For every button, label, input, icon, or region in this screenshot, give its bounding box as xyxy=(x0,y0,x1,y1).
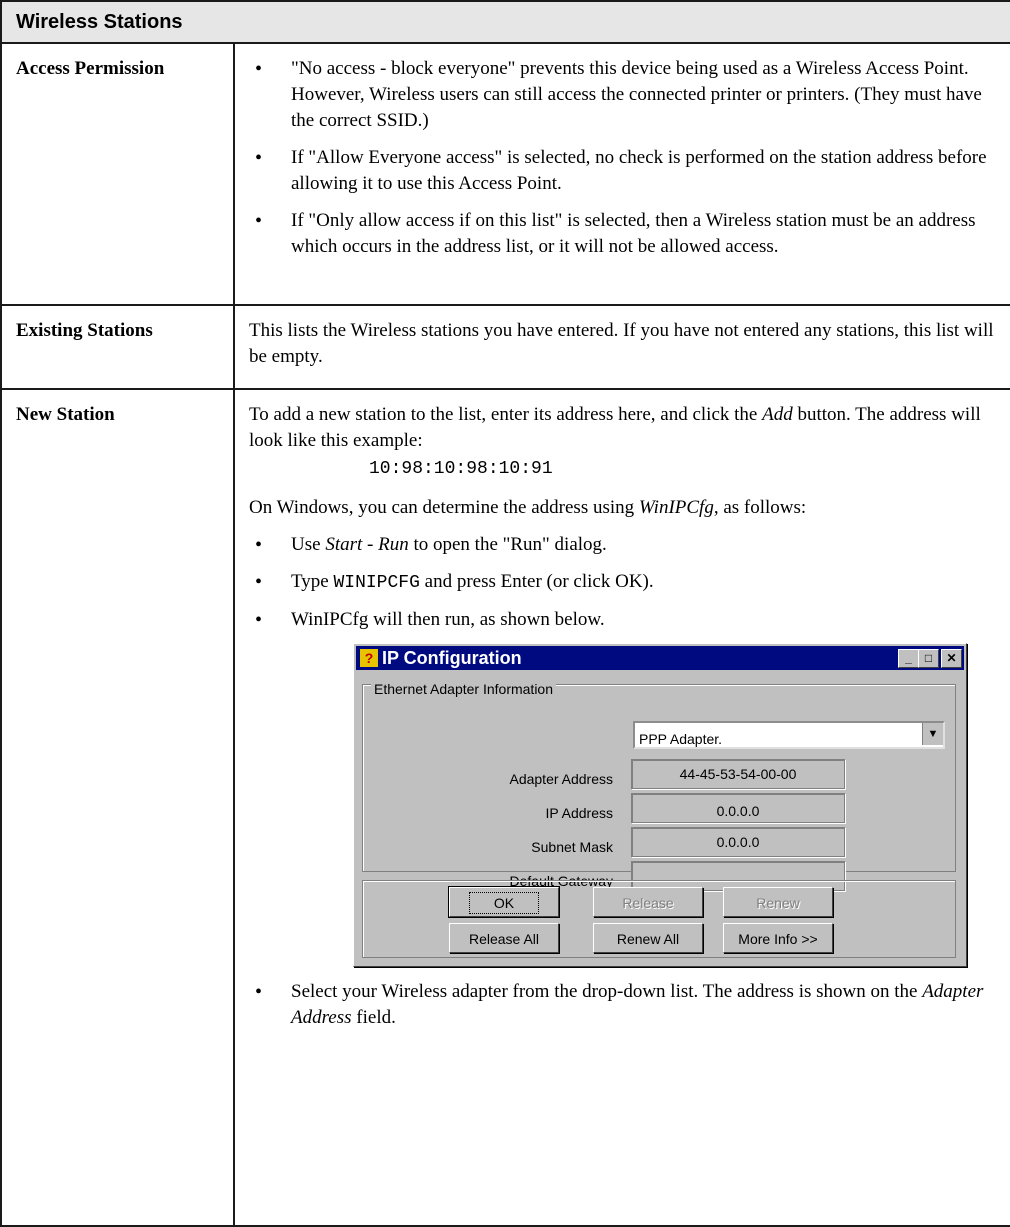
windows-instructions: On Windows, you can determine the addres… xyxy=(249,497,807,518)
close-icon[interactable]: ✕ xyxy=(941,649,962,668)
wireless-stations-table: Wireless Stations Access Permission "No … xyxy=(0,0,1010,1227)
bullet-allow-everyone: If "Allow Everyone access" is selected, … xyxy=(249,145,996,197)
window-title: IP Configuration xyxy=(382,648,522,668)
adapter-select-value: PPP Adapter. xyxy=(639,731,723,747)
existing-stations-description: This lists the Wireless stations you hav… xyxy=(232,304,1010,390)
bullet-only-allow-list: If "Only allow access if on this list" i… xyxy=(249,208,996,260)
adapter-select[interactable]: PPP Adapter. ▼ xyxy=(633,721,945,749)
ip-address-label: IP Address xyxy=(545,805,613,821)
maximize-icon[interactable]: □ xyxy=(918,649,939,668)
adapter-address-label: Adapter Address xyxy=(509,771,613,787)
new-station-intro: To add a new station to the list, enter … xyxy=(249,404,981,451)
new-station-label: New Station xyxy=(0,388,235,1227)
new-station-description: To add a new station to the list, enter … xyxy=(232,388,1010,1227)
access-permission-label: Access Permission xyxy=(0,42,235,306)
dropdown-arrow-icon[interactable]: ▼ xyxy=(922,723,943,745)
access-permission-description: "No access - block everyone" prevents th… xyxy=(232,42,1010,306)
ip-configuration-window: ? IP Configuration _ □ ✕ Ethernet Adapte… xyxy=(353,643,967,967)
table-header: Wireless Stations xyxy=(0,0,1010,44)
step-winipcfg-runs: WinIPCfg will then run, as shown below. xyxy=(249,607,996,633)
bullet-no-access: "No access - block everyone" prevents th… xyxy=(249,56,996,134)
step-type-winipcfg: Type WINIPCFG and press Enter (or click … xyxy=(249,569,996,596)
ip-address-field: 0.0.0.0 xyxy=(631,793,845,823)
subnet-mask-field: 0.0.0.0 xyxy=(631,827,845,857)
renew-button[interactable]: Renew xyxy=(723,887,833,917)
ip-address-row: IP Address 0.0.0.0 xyxy=(363,793,953,823)
window-titlebar[interactable]: ? IP Configuration _ □ ✕ xyxy=(356,646,964,670)
ethernet-adapter-group: Ethernet Adapter Information PPP Adapter… xyxy=(362,676,956,891)
group-label: Ethernet Adapter Information xyxy=(371,676,556,702)
ip-config-app-icon: ? xyxy=(360,649,378,667)
step-select-adapter: Select your Wireless adapter from the dr… xyxy=(249,979,996,1031)
ok-button[interactable]: OK xyxy=(448,886,560,918)
button-panel: OK Release Renew Release All Renew All M… xyxy=(362,880,956,958)
renew-all-button[interactable]: Renew All xyxy=(593,923,703,953)
section-title: Wireless Stations xyxy=(16,11,183,33)
minimize-icon[interactable]: _ xyxy=(898,649,919,668)
step-start-run: Use Start - Run to open the "Run" dialog… xyxy=(249,532,996,558)
example-address: 10:98:10:98:10:91 xyxy=(369,459,553,479)
release-all-button[interactable]: Release All xyxy=(449,923,559,953)
subnet-mask-row: Subnet Mask 0.0.0.0 xyxy=(363,827,953,857)
existing-stations-label: Existing Stations xyxy=(0,304,235,390)
adapter-address-row: Adapter Address 44-45-53-54-00-00 xyxy=(363,759,953,789)
adapter-address-field: 44-45-53-54-00-00 xyxy=(631,759,845,789)
release-button[interactable]: Release xyxy=(593,887,703,917)
subnet-mask-label: Subnet Mask xyxy=(531,839,613,855)
more-info-button[interactable]: More Info >> xyxy=(723,923,833,953)
